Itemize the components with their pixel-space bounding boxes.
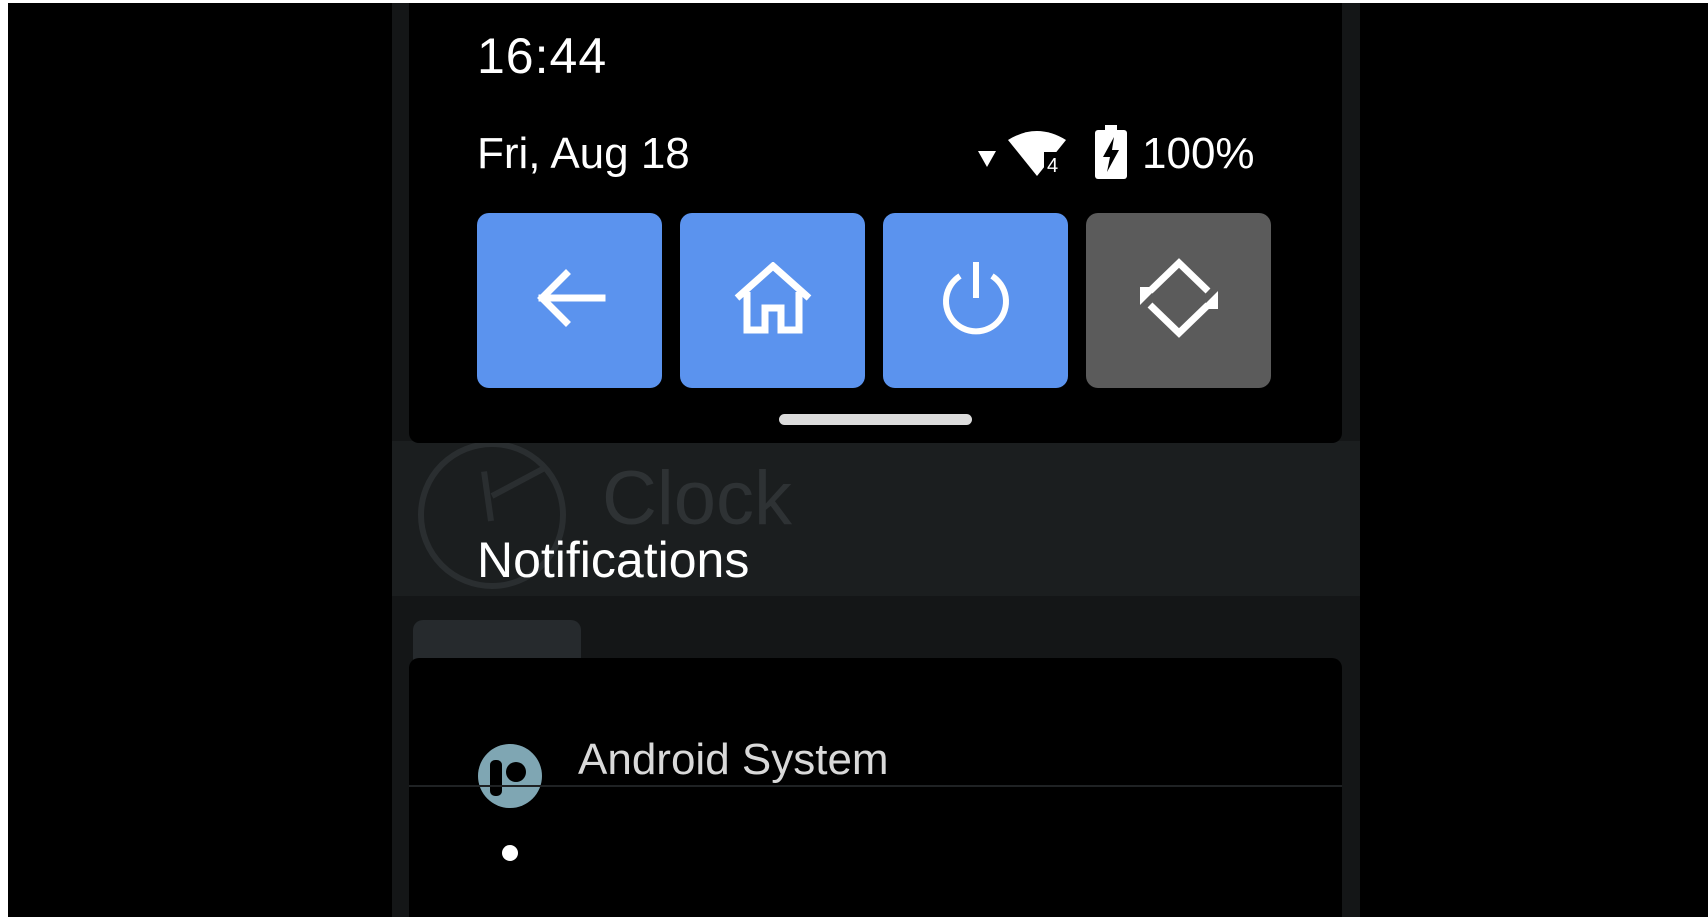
notification-divider — [409, 785, 1342, 787]
status-date[interactable]: Fri, Aug 18 — [477, 129, 690, 179]
home-tile-button[interactable] — [680, 213, 865, 388]
quick-settings-tiles — [477, 213, 1271, 388]
shade-drag-handle[interactable] — [779, 414, 972, 425]
notification-card[interactable] — [409, 658, 1342, 917]
rotate-icon — [1136, 257, 1222, 344]
notifications-header: Notifications — [477, 532, 750, 588]
screen: Clock 16:44 Fri, Aug 18 4 100% Notificat… — [8, 3, 1708, 917]
wifi-icon: 4 — [1006, 128, 1068, 181]
signal-arrow-icon — [978, 150, 996, 172]
status-icons: 4 100% — [978, 124, 1255, 184]
battery-percent: 100% — [1142, 129, 1255, 178]
back-tile-button[interactable] — [477, 213, 662, 388]
power-tile-button[interactable] — [883, 213, 1068, 388]
android-system-icon — [476, 744, 544, 813]
power-icon — [936, 258, 1016, 343]
home-icon — [733, 261, 813, 339]
notification-dot-icon — [502, 845, 518, 861]
wifi-badge: 4 — [1047, 155, 1058, 176]
auto-rotate-tile-button[interactable] — [1086, 213, 1271, 388]
back-arrow-icon — [534, 268, 606, 333]
battery-charging-icon — [1094, 124, 1128, 184]
background-app-title: Clock — [602, 456, 793, 541]
notification-app-name: Android System — [578, 735, 889, 784]
status-time: 16:44 — [477, 28, 608, 84]
